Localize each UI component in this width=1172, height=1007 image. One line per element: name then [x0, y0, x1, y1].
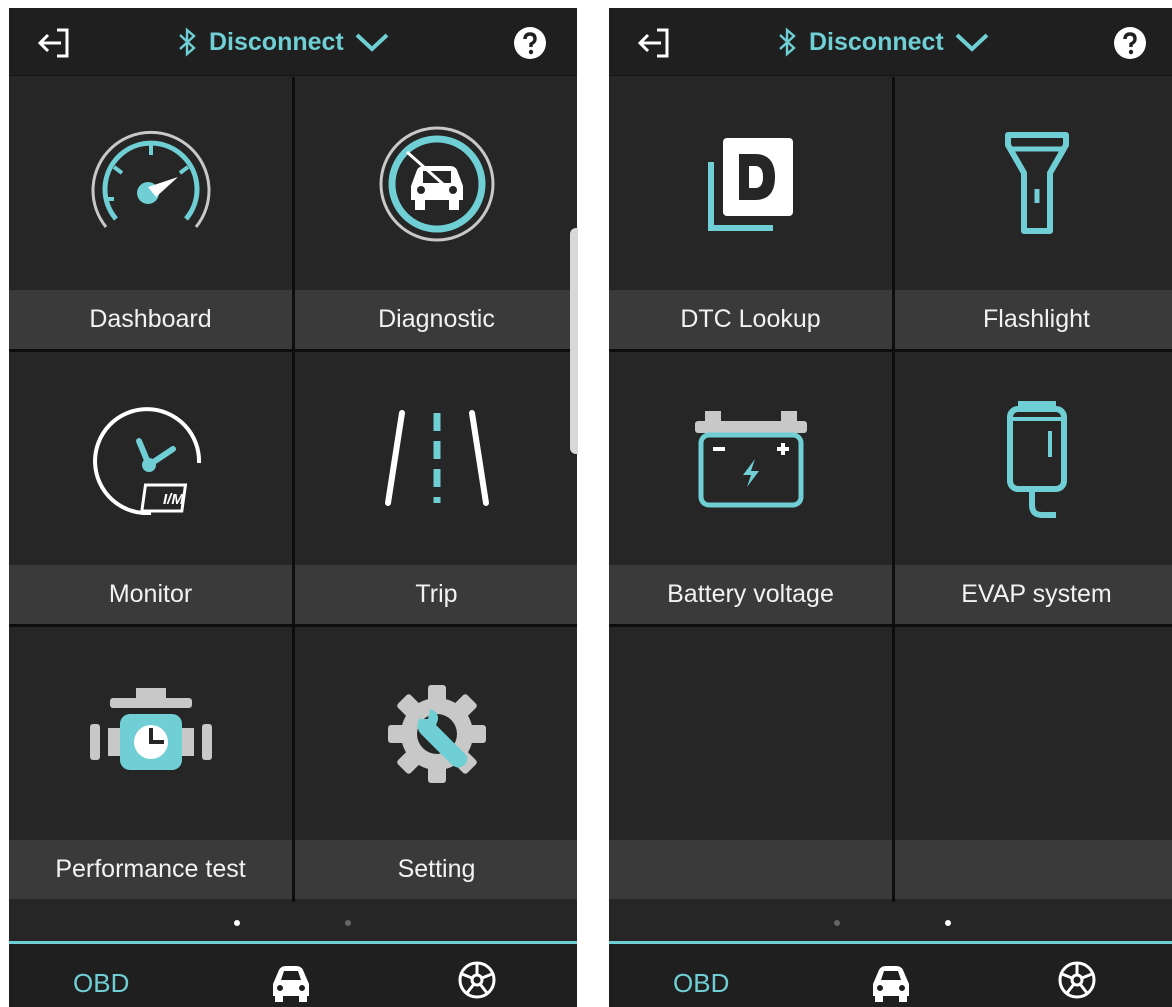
dtc-lookup-label: DTC Lookup — [609, 290, 892, 349]
dtc-document-icon — [707, 137, 793, 231]
diagnostic-tile[interactable]: Diagnostic — [295, 77, 577, 349]
question-mark-icon[interactable] — [513, 26, 547, 60]
evap-canister-icon — [1006, 400, 1067, 518]
car-diagnostic-icon — [379, 126, 494, 241]
connection-dropdown[interactable]: Disconnect — [177, 22, 390, 62]
evap-system-label: EVAP system — [895, 565, 1172, 624]
tab-obd[interactable]: OBD — [673, 968, 729, 999]
empty-tile — [895, 627, 1172, 899]
grid-divider — [609, 349, 1172, 352]
im-monitor-gauge-icon: I/M — [92, 406, 201, 515]
feature-grid: Dashboard Diagnostic I/M Monitor Trip Pe… — [9, 77, 577, 902]
connection-status-label: Disconnect — [209, 27, 344, 56]
trip-label: Trip — [295, 565, 577, 624]
grid-divider — [9, 624, 577, 627]
connection-status-label: Disconnect — [809, 27, 944, 56]
empty-tile-label — [609, 840, 892, 899]
dtc-lookup-tile[interactable]: DTC Lookup — [609, 77, 892, 349]
obd-home-screen-page-1: Disconnect Dashboard Diagnostic I/M Moni… — [9, 8, 577, 1007]
trip-tile[interactable]: Trip — [295, 352, 577, 624]
battery-voltage-label: Battery voltage — [609, 565, 892, 624]
road-icon — [384, 409, 489, 506]
page-dot-active — [945, 920, 951, 926]
page-indicator — [9, 908, 577, 938]
car-icon[interactable] — [869, 962, 913, 1002]
exit-arrow-icon[interactable] — [35, 26, 75, 60]
tab-obd[interactable]: OBD — [73, 968, 129, 999]
obd-home-screen-page-2: Disconnect DTC Lookup Flashlight Battery… — [609, 8, 1172, 1007]
page-dot[interactable] — [345, 920, 351, 926]
speedometer-icon — [91, 130, 210, 228]
feature-grid: DTC Lookup Flashlight Battery voltage EV… — [609, 77, 1172, 902]
steering-wheel-icon[interactable] — [457, 960, 497, 1000]
gear-wrench-icon — [387, 684, 486, 783]
grid-divider-vertical — [292, 77, 295, 902]
edge-panel-handle[interactable] — [570, 228, 578, 454]
battery-icon — [694, 410, 807, 507]
page-indicator — [609, 908, 1172, 938]
exit-arrow-icon[interactable] — [635, 26, 675, 60]
bluetooth-icon — [779, 27, 796, 57]
flashlight-tile[interactable]: Flashlight — [895, 77, 1172, 349]
chevron-down-icon — [955, 33, 989, 52]
grid-divider-vertical — [892, 77, 895, 902]
car-icon[interactable] — [269, 962, 313, 1002]
bluetooth-icon — [179, 27, 196, 57]
question-mark-icon[interactable] — [1113, 26, 1147, 60]
monitor-label: Monitor — [9, 565, 292, 624]
engine-timer-icon — [89, 687, 212, 770]
diagnostic-label: Diagnostic — [295, 290, 577, 349]
page-dot[interactable] — [834, 920, 840, 926]
setting-label: Setting — [295, 840, 577, 899]
flashlight-icon — [1004, 131, 1069, 234]
setting-tile[interactable]: Setting — [295, 627, 577, 899]
page-dot-active — [234, 920, 240, 926]
chevron-down-icon — [355, 33, 389, 52]
connection-dropdown[interactable]: Disconnect — [777, 22, 990, 62]
bottom-nav: OBD — [609, 944, 1172, 1007]
empty-tile-label — [895, 840, 1172, 899]
performance-test-tile[interactable]: Performance test — [9, 627, 292, 899]
performance-test-label: Performance test — [9, 840, 292, 899]
grid-divider — [609, 624, 1172, 627]
flashlight-label: Flashlight — [895, 290, 1172, 349]
bottom-nav: OBD — [9, 944, 577, 1007]
monitor-tile[interactable]: I/M Monitor — [9, 352, 292, 624]
dashboard-tile[interactable]: Dashboard — [9, 77, 292, 349]
empty-tile — [609, 627, 892, 899]
battery-voltage-tile[interactable]: Battery voltage — [609, 352, 892, 624]
svg-text:I/M: I/M — [163, 491, 184, 508]
top-bar: Disconnect — [9, 8, 577, 76]
grid-divider — [9, 349, 577, 352]
steering-wheel-icon[interactable] — [1057, 960, 1097, 1000]
top-bar: Disconnect — [609, 8, 1172, 76]
evap-system-tile[interactable]: EVAP system — [895, 352, 1172, 624]
dashboard-label: Dashboard — [9, 290, 292, 349]
